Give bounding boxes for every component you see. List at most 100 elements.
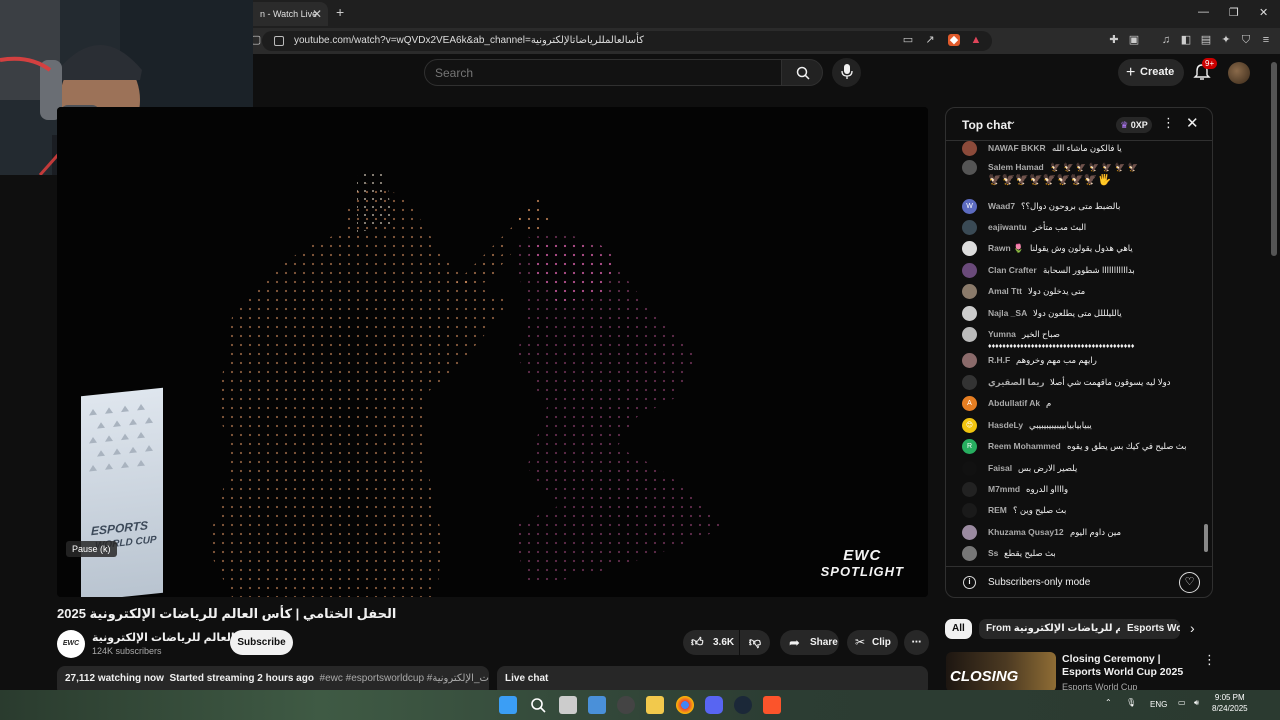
chat-author-avatar[interactable] (962, 241, 977, 256)
more-vertical-icon[interactable]: ⋮ (1203, 652, 1216, 668)
chat-author-name[interactable]: Salem Hamad (988, 161, 1044, 173)
chat-author-name[interactable]: ريما الصقيري (988, 376, 1044, 388)
chat-mode-selector[interactable]: Top chat (962, 118, 1011, 132)
search-button[interactable] (781, 59, 823, 86)
media-icon[interactable]: ♫ (1160, 34, 1172, 46)
chat-author-avatar[interactable] (962, 525, 977, 540)
subscribe-button[interactable]: Subscribe (230, 630, 293, 655)
chat-author-avatar[interactable] (962, 306, 977, 321)
brave-icon[interactable] (763, 696, 781, 714)
like-button[interactable]: 👍︎ 3.6K (683, 630, 739, 655)
discord-icon[interactable] (705, 696, 723, 714)
chat-author-avatar[interactable]: A (962, 396, 977, 411)
task-view-icon[interactable] (559, 696, 577, 714)
chat-author-avatar[interactable] (962, 263, 977, 278)
leo-ai-icon[interactable]: ✦ (1220, 34, 1232, 46)
wallet-icon[interactable]: ▤ (1200, 34, 1212, 46)
brave-shield-icon[interactable]: ◆ (948, 34, 960, 46)
volume-icon[interactable]: 🔊︎ (1194, 698, 1199, 708)
chat-author-name[interactable]: M7mmd (988, 483, 1020, 495)
sidebar-icon[interactable]: ◧ (1180, 34, 1192, 46)
chat-author-avatar[interactable] (962, 461, 977, 476)
more-vertical-icon[interactable]: ⋮ (1162, 115, 1175, 131)
chat-author-name[interactable]: R.H.F (988, 354, 1010, 366)
chat-author-name[interactable]: Waad7 (988, 200, 1015, 212)
close-chat-icon[interactable]: ✕ (1186, 114, 1199, 132)
heart-icon[interactable]: ♡ (1179, 572, 1200, 593)
obs-icon[interactable] (617, 696, 635, 714)
clip-button[interactable]: ✂ Clip (847, 630, 898, 655)
chat-author-avatar[interactable] (962, 353, 977, 368)
xp-badge[interactable]: ♛ 0XP (1116, 117, 1152, 133)
steam-icon[interactable] (734, 696, 752, 714)
screenshot-icon[interactable]: ▣ (1128, 34, 1140, 46)
chat-author-name[interactable]: Abdullatif Ak (988, 397, 1040, 409)
page-scrollbar[interactable] (1271, 62, 1277, 256)
maximize-icon[interactable]: ❐ (1229, 6, 1239, 19)
chip-all[interactable]: All (945, 619, 972, 639)
more-actions-button[interactable]: ⋯ (904, 630, 929, 655)
channel-avatar[interactable]: EWC (57, 630, 85, 658)
recommended-video-title[interactable]: Closing Ceremony | Esports World Cup 202… (1062, 653, 1194, 679)
chat-author-avatar[interactable] (962, 220, 977, 235)
chat-author-name[interactable]: Najla _SA (988, 307, 1027, 319)
search-input[interactable] (425, 60, 781, 85)
chat-author-name[interactable]: Khuzama Qusay12 (988, 526, 1064, 538)
microphone-tray-icon[interactable]: 🎙︎ (1126, 698, 1136, 707)
chat-author-name[interactable]: Yumna (988, 328, 1016, 340)
tab-close-icon[interactable]: ✕ (312, 2, 322, 26)
minimize-icon[interactable]: — (1198, 6, 1209, 18)
site-info-icon[interactable] (274, 36, 284, 46)
chat-author-avatar[interactable] (962, 327, 977, 342)
chat-author-avatar[interactable]: 😊 (962, 418, 977, 433)
chat-author-name[interactable]: HasdeLy (988, 419, 1023, 431)
chat-scrollbar[interactable] (1204, 524, 1208, 552)
chat-author-name[interactable]: Rawn 🌷 (988, 242, 1024, 254)
chevron-right-icon[interactable]: › (1190, 620, 1195, 636)
url-field[interactable]: youtube.com/watch?v=wQVDx2VEA6k&ab_chann… (262, 31, 992, 51)
network-icon[interactable]: ▭ (1178, 698, 1186, 707)
voice-search-button[interactable] (832, 58, 861, 87)
menu-icon[interactable]: ≡ (1260, 34, 1272, 46)
chat-author-avatar[interactable] (962, 160, 977, 175)
vpn-icon[interactable]: ⛉ (1240, 34, 1252, 46)
chat-author-name[interactable]: Faisal (988, 462, 1012, 474)
chat-author-name[interactable]: Clan Crafter (988, 264, 1037, 276)
microsoft-store-icon[interactable] (588, 696, 606, 714)
account-avatar[interactable] (1228, 62, 1250, 84)
tray-overflow-icon[interactable]: ⌃ (1105, 698, 1112, 707)
chat-author-avatar[interactable] (962, 503, 977, 518)
chat-author-avatar[interactable] (962, 482, 977, 497)
chip-esports[interactable]: Esports Wo (1120, 619, 1180, 639)
share-button[interactable]: ➦ Share (780, 630, 839, 655)
taskbar-clock[interactable]: 9:05 PM 8/24/2025 (1212, 692, 1248, 714)
chat-author-avatar[interactable]: R (962, 439, 977, 454)
chat-author-name[interactable]: Ss (988, 547, 998, 559)
chat-author-avatar[interactable]: W (962, 199, 977, 214)
chat-author-name[interactable]: Reem Mohammed (988, 440, 1061, 452)
video-player[interactable]: ESPORTS WORLD CUP Pause (k) EWC SPOTLIGH… (57, 107, 928, 597)
chat-author-name[interactable]: NAWAF BKKR (988, 142, 1046, 154)
extensions-icon[interactable]: ✚ (1108, 34, 1120, 46)
close-window-icon[interactable]: ✕ (1259, 6, 1268, 19)
chevron-down-icon[interactable]: ⌄ (1008, 116, 1016, 127)
cast-icon[interactable]: ▭ (902, 34, 914, 46)
dislike-button[interactable]: 👎︎ (740, 630, 770, 655)
chat-author-avatar[interactable] (962, 546, 977, 561)
recommended-video-thumbnail[interactable]: CLOSING (946, 652, 1056, 692)
brave-rewards-icon[interactable]: ▲ (970, 34, 982, 46)
chat-author-avatar[interactable] (962, 141, 977, 156)
search-box[interactable] (424, 59, 782, 86)
create-button[interactable]: + Create (1118, 59, 1184, 86)
chat-author-name[interactable]: REM (988, 504, 1007, 516)
language-indicator[interactable]: ENG (1150, 700, 1167, 709)
taskbar-search-icon[interactable] (529, 696, 547, 714)
chrome-icon[interactable] (676, 696, 694, 714)
chat-author-name[interactable]: Amal Ttt (988, 285, 1022, 297)
chat-author-name[interactable]: eajiwantu (988, 221, 1027, 233)
share-page-icon[interactable]: ↗ (924, 34, 936, 46)
start-menu-icon[interactable] (499, 696, 517, 714)
chat-author-avatar[interactable] (962, 375, 977, 390)
file-explorer-icon[interactable] (646, 696, 664, 714)
chat-author-avatar[interactable] (962, 284, 977, 299)
